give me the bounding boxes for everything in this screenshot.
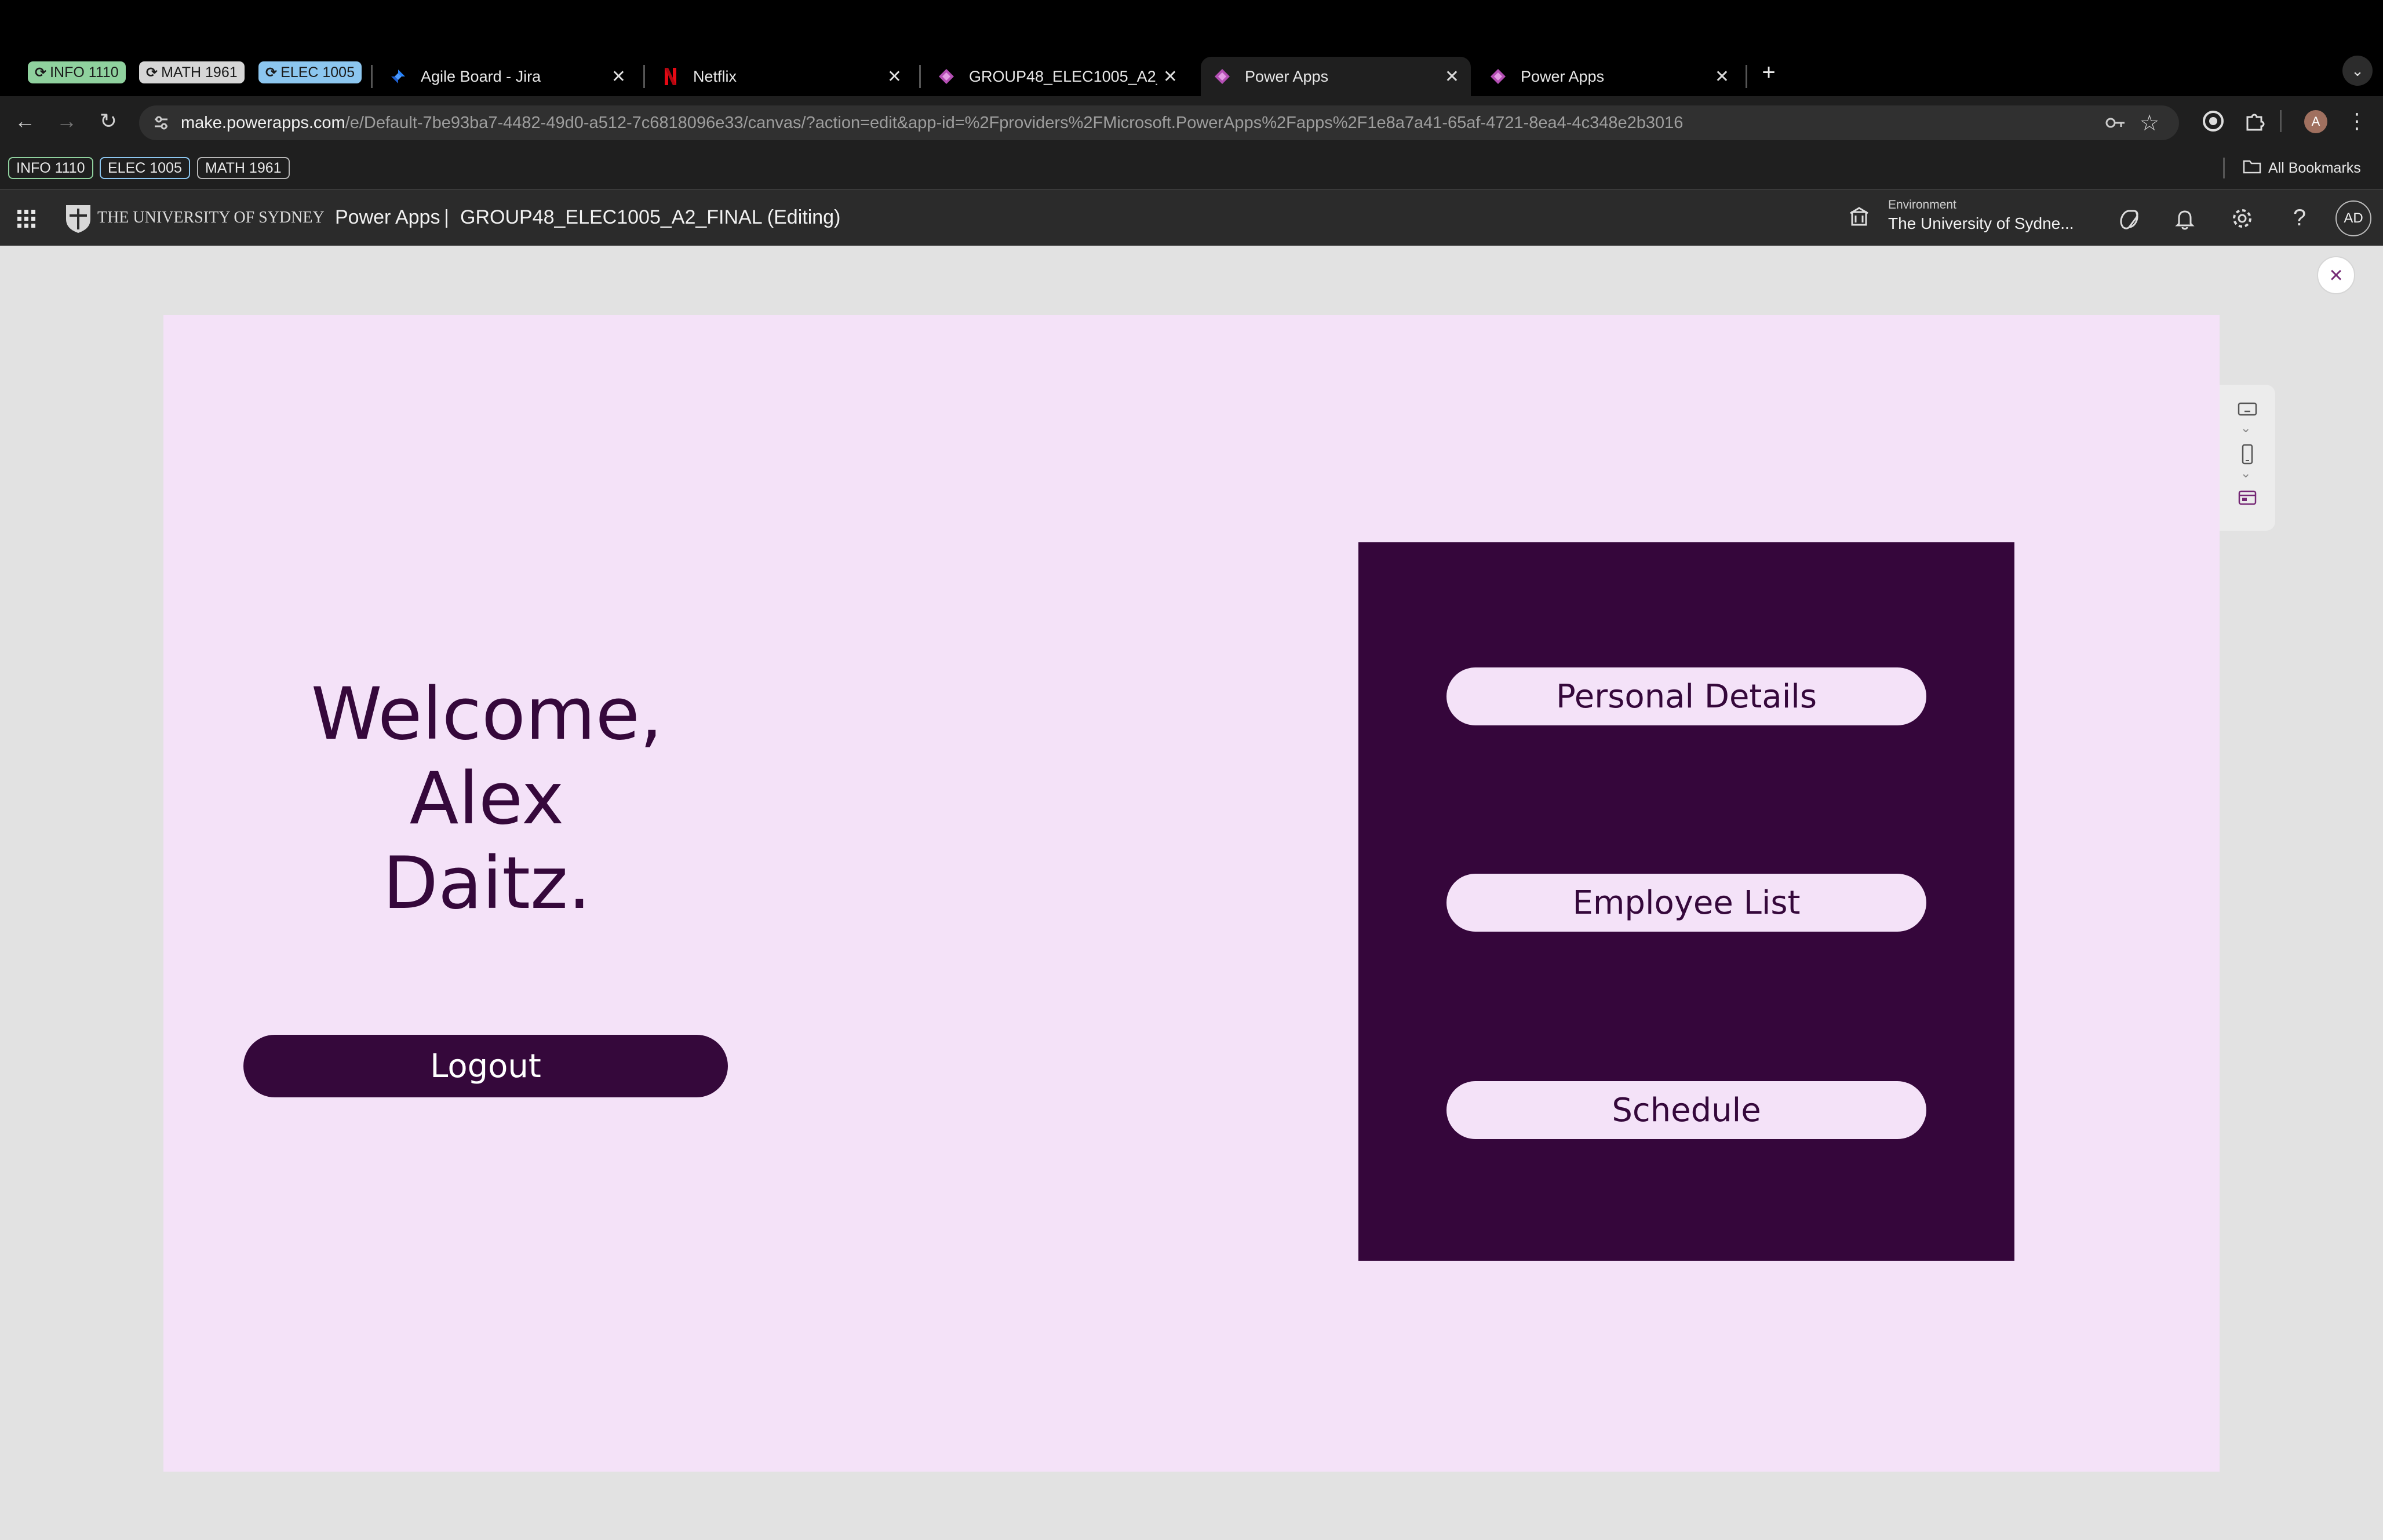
schedule-button[interactable]: Schedule: [1446, 1081, 1926, 1139]
tab-group-label: MATH 1961: [161, 64, 238, 81]
tab-group48-app[interactable]: GROUP48_ELEC1005_A2_FI ✕: [925, 57, 1189, 96]
bookmark-group-math1961[interactable]: MATH 1961: [197, 157, 290, 179]
bell-icon[interactable]: [2172, 206, 2198, 232]
tablet-layout-icon[interactable]: [2237, 401, 2258, 417]
tab-group-info1110[interactable]: ⟳ INFO 1110: [28, 61, 126, 83]
bookmark-star-icon[interactable]: ☆: [2140, 110, 2159, 136]
logout-button[interactable]: Logout: [243, 1035, 728, 1097]
tab-group-elec1005[interactable]: ⟳ ELEC 1005: [258, 61, 362, 83]
tab-separator: [919, 65, 921, 88]
reload-icon: ↻: [99, 109, 118, 133]
profile-avatar[interactable]: A: [2304, 110, 2327, 133]
close-icon: ×: [2329, 262, 2343, 288]
all-bookmarks-label: All Bookmarks: [2268, 159, 2361, 176]
browser-tab-strip: ⟳ INFO 1110 ⟳ MATH 1961 ⟳ ELEC 1005 Agil…: [0, 0, 2383, 96]
bookmark-group-info1110[interactable]: INFO 1110: [8, 157, 93, 179]
puzzle-icon[interactable]: [2242, 108, 2268, 134]
tab-title: GROUP48_ELEC1005_A2_FI: [969, 67, 1157, 85]
tab-power-apps[interactable]: Power Apps ✕: [1477, 57, 1741, 96]
tab-separator: [371, 65, 373, 88]
sync-icon: ⟳: [35, 64, 47, 81]
tab-separator: [643, 65, 645, 88]
university-logo-text: THE UNIVERSITY OF SYDNEY: [97, 209, 325, 227]
employee-list-button[interactable]: Employee List: [1446, 874, 1926, 932]
tab-group-math1961[interactable]: ⟳ MATH 1961: [139, 61, 245, 83]
powerapps-icon: [937, 67, 956, 86]
powerapps-icon: [1212, 67, 1232, 86]
app-title: GROUP48_ELEC1005_A2_FINAL (Editing): [460, 206, 841, 228]
chevron-down-icon[interactable]: ⌄: [2240, 466, 2251, 481]
arrow-left-icon: ←: [14, 109, 35, 133]
url-path: /e/Default-7be93ba7-4482-49d0-a512-7c681…: [345, 113, 1684, 132]
close-icon[interactable]: ✕: [1445, 67, 1459, 87]
user-avatar[interactable]: AD: [2335, 200, 2371, 236]
app-preview-icon[interactable]: [2237, 489, 2258, 506]
jira-icon: [388, 67, 408, 86]
copilot-icon[interactable]: [2116, 206, 2142, 232]
powerapps-header: THE UNIVERSITY OF SYDNEY Power Apps | GR…: [0, 189, 2383, 246]
close-icon[interactable]: ✕: [611, 67, 626, 87]
close-icon[interactable]: ✕: [887, 67, 902, 87]
all-bookmarks-button[interactable]: All Bookmarks: [2243, 156, 2361, 180]
tab-power-apps-active[interactable]: Power Apps ✕: [1201, 57, 1471, 96]
tab-group-label: ELEC 1005: [280, 64, 355, 81]
powerapps-icon: [1488, 67, 1508, 86]
site-settings-icon[interactable]: [152, 114, 170, 132]
chevron-down-icon: ⌄: [2351, 61, 2364, 79]
welcome-heading: Welcome, Alex Daitz.: [232, 672, 742, 926]
kebab-menu-icon[interactable]: ⋮: [2346, 108, 2367, 134]
close-icon[interactable]: ✕: [1715, 67, 1729, 87]
key-icon[interactable]: [2104, 112, 2127, 133]
tab-netflix[interactable]: Netflix ✕: [649, 57, 913, 96]
header-separator: |: [444, 206, 449, 228]
bookmarks-bar: [0, 148, 2383, 189]
preview-device-toolbar: ⌄ ⌄: [2220, 385, 2275, 531]
tab-jira[interactable]: Agile Board - Jira ✕: [377, 57, 637, 96]
chevron-down-icon[interactable]: ⌄: [2240, 421, 2251, 436]
bookmark-group-elec1005[interactable]: ELEC 1005: [100, 157, 190, 179]
close-icon[interactable]: ✕: [1163, 67, 1178, 87]
help-icon[interactable]: ?: [2288, 203, 2311, 233]
arrow-right-icon: →: [56, 109, 77, 133]
tab-separator: [1746, 65, 1747, 88]
tab-search-button[interactable]: ⌄: [2342, 56, 2373, 86]
personal-details-button[interactable]: Personal Details: [1446, 667, 1926, 725]
address-bar[interactable]: make.powerapps.com/e/Default-7be93ba7-44…: [139, 105, 2179, 140]
url-host: make.powerapps.com: [181, 113, 345, 132]
toolbar-separator: [2280, 110, 2282, 132]
reload-button[interactable]: ↻: [95, 108, 122, 134]
phone-layout-icon[interactable]: [2239, 443, 2256, 466]
tab-title: Power Apps: [1521, 67, 1605, 85]
university-crest-icon: [64, 203, 93, 234]
bookmarks-separator: [2223, 158, 2225, 178]
tab-group-label: INFO 1110: [50, 64, 119, 81]
welcome-line-1: Welcome, Alex: [311, 673, 663, 841]
extension-icon[interactable]: [2200, 108, 2227, 134]
new-tab-button[interactable]: +: [1757, 58, 1780, 87]
back-button[interactable]: ←: [12, 108, 38, 134]
tab-title: Agile Board - Jira: [421, 67, 541, 85]
folder-icon: [2243, 159, 2261, 178]
tab-title: Power Apps: [1245, 67, 1329, 85]
forward-button[interactable]: →: [53, 108, 80, 134]
app-launcher-icon[interactable]: [15, 207, 38, 231]
environment-label: Environment: [1888, 198, 1956, 211]
gear-icon[interactable]: [2229, 205, 2256, 232]
welcome-line-2: Daitz.: [382, 842, 591, 925]
close-preview-button[interactable]: ×: [2317, 256, 2355, 294]
environment-picker[interactable]: The University of Sydne...: [1888, 214, 2074, 233]
netflix-icon: [661, 67, 680, 86]
product-label[interactable]: Power Apps: [335, 206, 440, 229]
sync-icon: ⟳: [146, 64, 158, 81]
sync-icon: ⟳: [265, 64, 278, 81]
tab-title: Netflix: [693, 67, 737, 85]
environment-icon: [1849, 206, 1870, 229]
